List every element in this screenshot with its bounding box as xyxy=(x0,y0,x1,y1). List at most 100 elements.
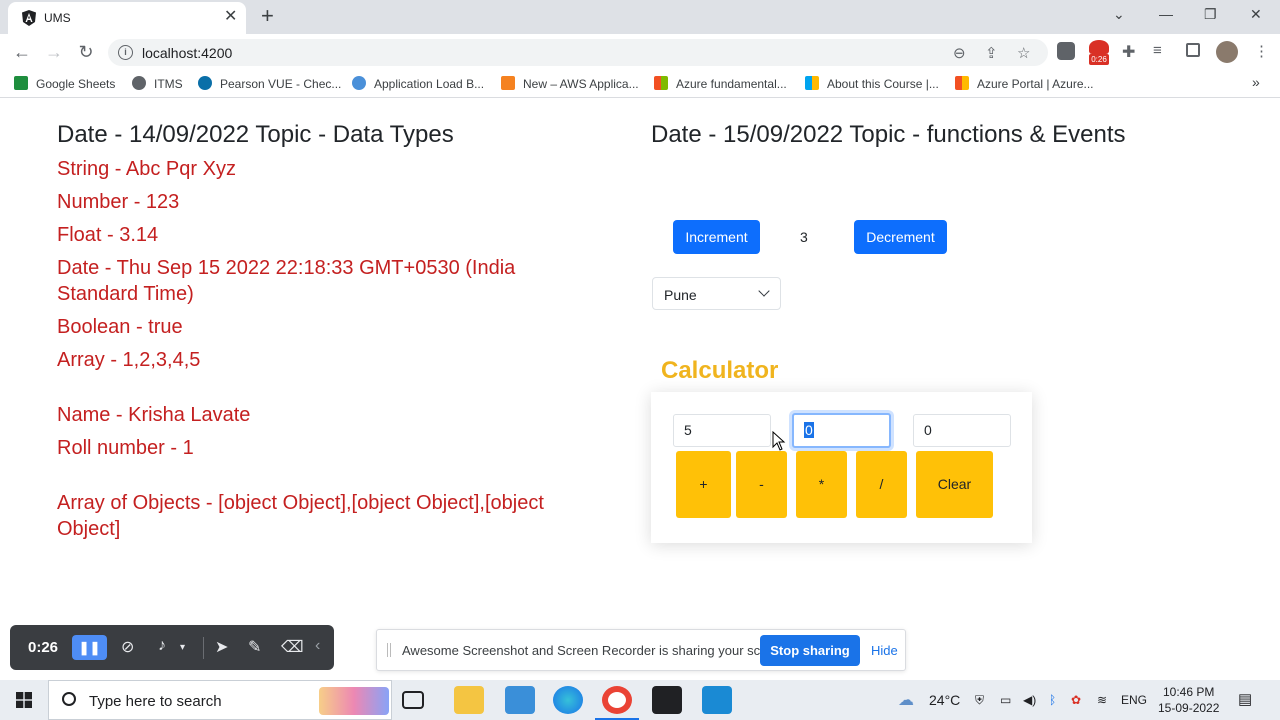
globe-icon xyxy=(132,76,146,90)
address-bar[interactable]: i localhost:4200 ⊖ ⇪ ☆ xyxy=(108,39,1048,66)
bookmark-item[interactable]: About this Course |... xyxy=(805,76,939,91)
sidepanel-icon[interactable] xyxy=(1186,43,1200,57)
divide-button[interactable]: / xyxy=(856,451,907,518)
clear-button[interactable]: Clear xyxy=(916,451,993,518)
recorder-toolbar: 0:26 ❚❚ ⊘ ♪ ▾ ➤ ✎ ⌫ ‹ xyxy=(10,625,334,670)
mouse-cursor-icon xyxy=(772,431,786,451)
number-value: Number - 123 xyxy=(57,191,180,213)
pause-icon[interactable]: ❚❚ xyxy=(72,635,107,660)
pointer-icon[interactable]: ➤ xyxy=(215,637,228,657)
minimize-icon[interactable]: — xyxy=(1159,6,1173,22)
site-info-icon[interactable]: i xyxy=(118,45,133,60)
bookmark-item[interactable]: Google Sheets xyxy=(14,76,115,91)
bookmark-label: ITMS xyxy=(154,77,183,91)
language[interactable]: ENG xyxy=(1121,693,1147,707)
avatar[interactable] xyxy=(1216,41,1238,63)
battery-icon[interactable]: ▭ xyxy=(1000,693,1011,707)
more-bookmarks-icon[interactable]: » xyxy=(1252,74,1260,90)
functions-events-heading: Date - 15/09/2022 Topic - functions & Ev… xyxy=(651,121,1126,148)
media-icon[interactable]: ≡ xyxy=(1153,42,1171,60)
drag-handle[interactable] xyxy=(387,643,391,657)
browser-tab[interactable]: UMS ✕ xyxy=(8,2,246,34)
edge-icon[interactable] xyxy=(553,686,583,714)
windows-start-icon[interactable] xyxy=(16,692,32,708)
clock-time: 10:46 PM xyxy=(1163,685,1215,699)
tab-search-icon[interactable]: ⌄ xyxy=(1113,6,1125,23)
share-icon[interactable]: ⇪ xyxy=(985,44,998,62)
subtract-button[interactable]: - xyxy=(736,451,787,518)
window-close-icon[interactable]: ✕ xyxy=(1250,6,1262,23)
divider xyxy=(203,637,204,659)
forward-icon[interactable]: → xyxy=(43,41,65,63)
microsoft-icon xyxy=(654,76,668,90)
notifications-icon[interactable]: ▤ xyxy=(1238,690,1252,708)
recorder-timer-badge: 0:26 xyxy=(1089,54,1109,65)
bookmark-item[interactable]: Azure Portal | Azure... xyxy=(955,76,1094,91)
microsoft-icon xyxy=(805,76,819,90)
search-placeholder: Type here to search xyxy=(89,693,222,710)
second-number-input[interactable]: 0 xyxy=(792,413,891,448)
bookmark-label: About this Course |... xyxy=(827,77,939,91)
reload-icon[interactable]: ↻ xyxy=(75,41,97,63)
first-number-value: 5 xyxy=(684,422,692,438)
bookmark-label: Azure Portal | Azure... xyxy=(977,77,1094,91)
pen-icon[interactable]: ✎ xyxy=(248,637,261,657)
close-tab-icon[interactable]: ✕ xyxy=(224,9,237,25)
array-of-objects-cont: Object] xyxy=(57,518,121,540)
array-of-objects-value: Array of Objects - [object Object],[obje… xyxy=(57,492,544,514)
city-select[interactable]: Pune xyxy=(652,277,781,310)
add-button[interactable]: + xyxy=(676,451,731,518)
temperature[interactable]: 24°C xyxy=(929,692,960,708)
bookmark-item[interactable]: Pearson VUE - Chec... xyxy=(198,76,341,91)
stop-sharing-button[interactable]: Stop sharing xyxy=(760,635,860,666)
bookmark-item[interactable]: New – AWS Applica... xyxy=(501,76,639,91)
chrome-icon[interactable] xyxy=(602,686,632,714)
sharing-message: Awesome Screenshot and Screen Recorder i… xyxy=(402,643,790,658)
second-number-value: 0 xyxy=(804,422,814,438)
browser-toolbar: ← → ↻ i localhost:4200 ⊖ ⇪ ☆ xyxy=(0,34,1280,70)
bookmark-star-icon[interactable]: ☆ xyxy=(1017,44,1030,62)
puzzle-icon[interactable]: ✚ xyxy=(1122,42,1140,61)
extension-icon[interactable] xyxy=(1057,42,1075,60)
eraser-icon[interactable]: ⌫ xyxy=(281,637,304,657)
clock[interactable]: 10:46 PM 15-09-2022 xyxy=(1158,684,1219,716)
increment-button[interactable]: Increment xyxy=(673,220,760,254)
app-tray-icon[interactable]: ✿ xyxy=(1071,693,1081,707)
mic-off-icon[interactable]: ♪ xyxy=(158,637,166,655)
weather-icon[interactable]: ☁ xyxy=(898,690,914,710)
new-tab-icon[interactable]: + xyxy=(261,5,274,27)
city-selected-value: Pune xyxy=(664,287,697,303)
terminal-icon[interactable] xyxy=(652,686,682,714)
task-view-icon[interactable] xyxy=(402,691,424,709)
security-icon[interactable]: ⛨ xyxy=(975,693,984,708)
bookmark-item[interactable]: Azure fundamental... xyxy=(654,76,787,91)
float-value: Float - 3.14 xyxy=(57,224,159,246)
multiply-button[interactable]: * xyxy=(796,451,847,518)
bookmark-item[interactable]: Application Load B... xyxy=(352,76,484,91)
bookmark-label: New – AWS Applica... xyxy=(523,77,639,91)
back-icon[interactable]: ← xyxy=(11,41,33,63)
bluetooth-icon[interactable]: ᛒ xyxy=(1049,693,1056,707)
first-number-input[interactable]: 5 xyxy=(673,414,771,447)
taskbar-search[interactable]: Type here to search xyxy=(48,680,392,720)
result-input[interactable]: 0 xyxy=(913,414,1011,447)
search-highlight-image xyxy=(319,687,389,715)
collapse-icon[interactable]: ‹ xyxy=(315,637,320,655)
restore-icon[interactable]: ❐ xyxy=(1204,6,1217,23)
camera-off-icon[interactable]: ⊘ xyxy=(121,637,134,657)
wifi-icon[interactable]: ≋ xyxy=(1097,693,1107,707)
vscode-icon[interactable] xyxy=(702,686,732,714)
menu-icon[interactable]: ⋮ xyxy=(1254,42,1272,60)
bookmark-label: Pearson VUE - Chec... xyxy=(220,77,342,91)
chevron-down-icon[interactable]: ▾ xyxy=(180,642,185,653)
tab-title: UMS xyxy=(44,11,71,25)
decrement-button[interactable]: Decrement xyxy=(854,220,947,254)
app-icon[interactable] xyxy=(505,686,535,714)
file-explorer-icon[interactable] xyxy=(454,686,484,714)
hide-button[interactable]: Hide xyxy=(871,643,898,658)
recorder-extension-icon[interactable]: 0:26 xyxy=(1089,40,1109,66)
bookmark-item[interactable]: ITMS xyxy=(132,76,183,91)
microsoft-icon xyxy=(955,76,969,90)
zoom-icon[interactable]: ⊖ xyxy=(953,44,966,62)
volume-icon[interactable]: ◀) xyxy=(1023,693,1036,707)
